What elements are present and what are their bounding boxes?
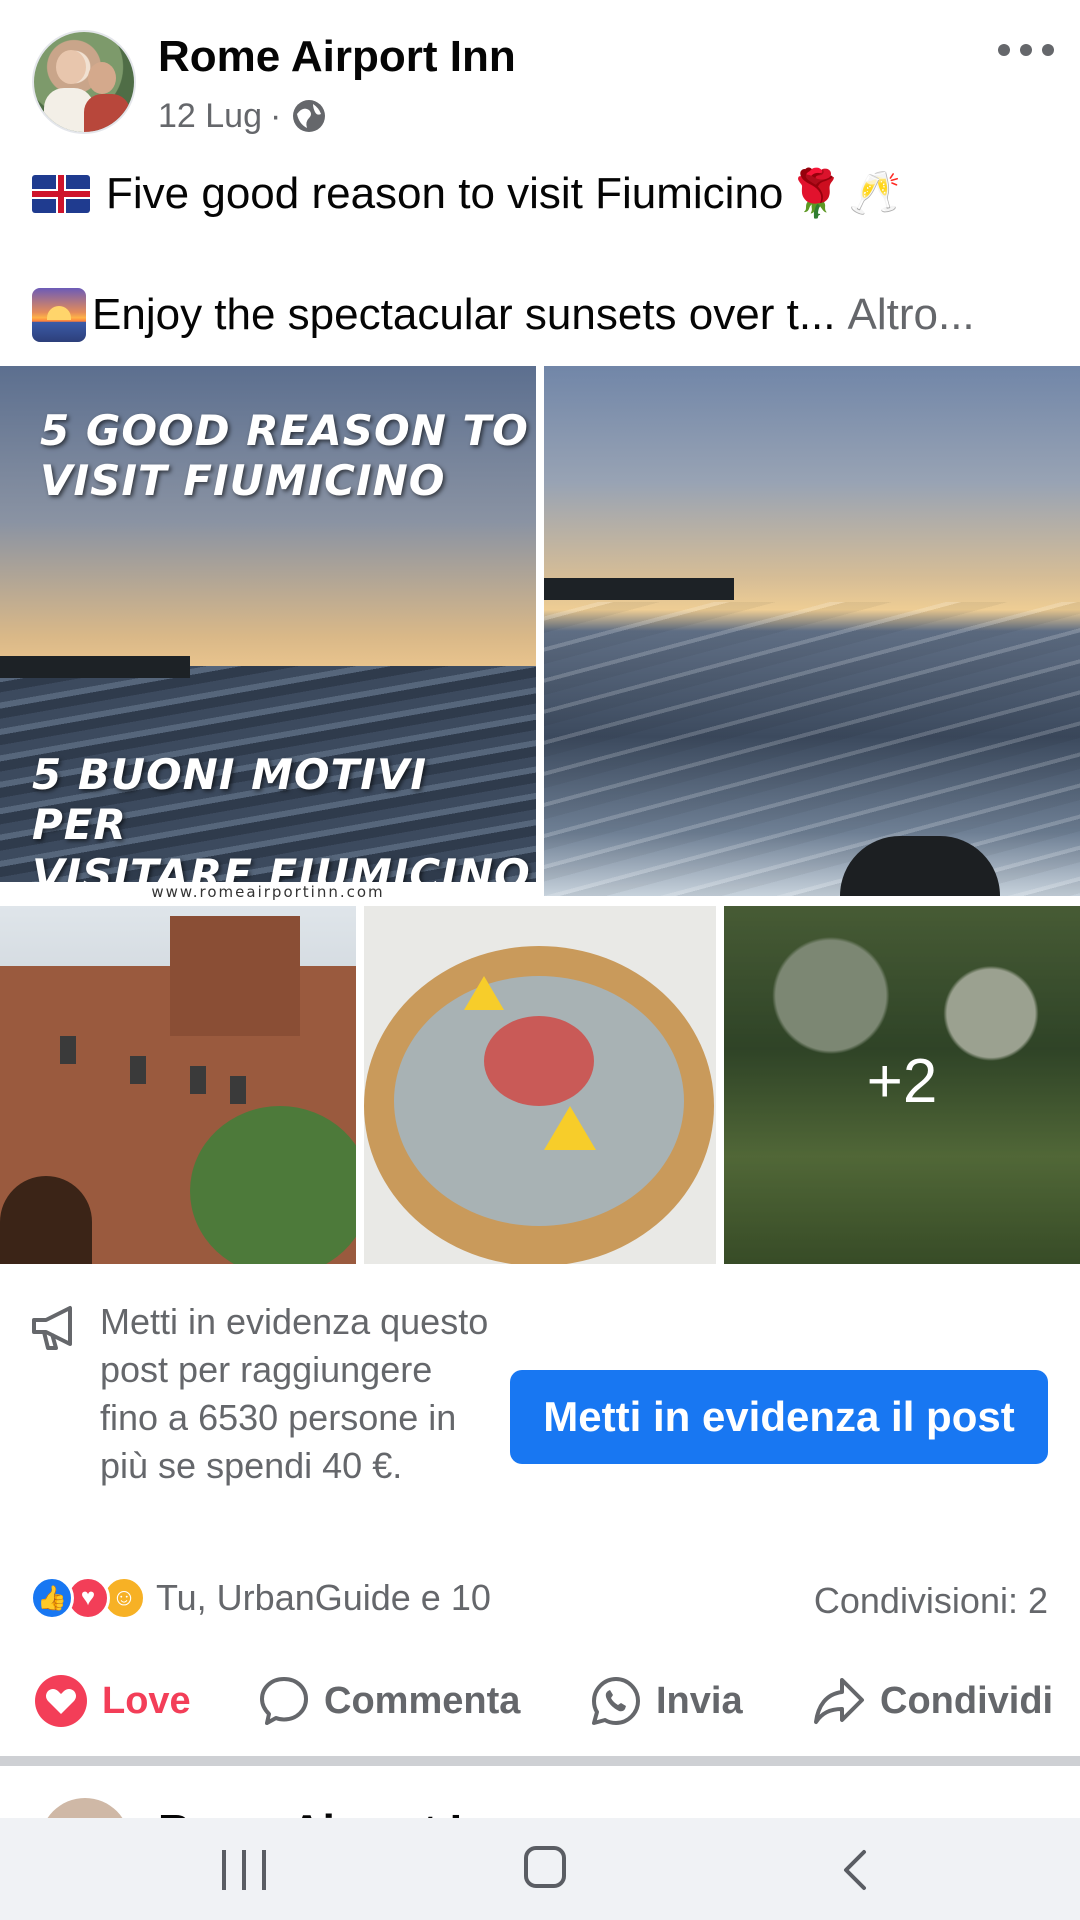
megaphone-icon xyxy=(32,1306,72,1350)
post-text-line-2: Enjoy the spectacular sunsets over t... … xyxy=(32,288,1052,342)
page-name[interactable]: Rome Airport Inn xyxy=(158,32,516,82)
whatsapp-icon xyxy=(592,1677,640,1725)
photo-4[interactable] xyxy=(364,906,716,1264)
love-button[interactable]: Love xyxy=(34,1662,191,1740)
photo-3[interactable] xyxy=(0,906,356,1264)
shares-count[interactable]: Condivisioni: 2 xyxy=(814,1580,1048,1622)
post-text-1: Five good reason to visit Fiumicino xyxy=(106,168,784,218)
share-arrow-icon xyxy=(814,1678,864,1724)
more-options-icon[interactable] xyxy=(998,36,1054,64)
champagne-glasses-emoji: 🥂 xyxy=(848,169,901,216)
back-icon[interactable] xyxy=(834,1846,878,1894)
send-button[interactable]: Invia xyxy=(590,1662,743,1740)
post-date[interactable]: 12 Lug xyxy=(158,97,262,136)
post-header: Rome Airport Inn 12 Lug · xyxy=(0,0,1080,140)
boost-description: Metti in evidenza questo post per raggiu… xyxy=(100,1301,489,1486)
share-label: Condividi xyxy=(880,1679,1054,1722)
comment-icon xyxy=(260,1677,308,1725)
recents-icon[interactable] xyxy=(222,1850,266,1890)
comment-label: Commenta xyxy=(324,1679,521,1722)
rose-emoji: 🌹 xyxy=(787,167,845,219)
sunset-icon xyxy=(32,288,86,342)
photo-1-caption-top: 5 GOOD REASON TO VISIT FIUMICINO xyxy=(40,406,529,505)
post-meta: 12 Lug · xyxy=(158,96,329,136)
share-button[interactable]: Condividi xyxy=(812,1662,1053,1740)
photo-2[interactable] xyxy=(544,366,1080,896)
love-label: Love xyxy=(102,1679,191,1722)
like-reaction-icon: 👍 xyxy=(30,1576,74,1620)
post-text-line-1: Five good reason to visit Fiumicino 🌹 🥂 xyxy=(32,166,1052,221)
uk-flag-icon xyxy=(32,174,90,213)
home-icon[interactable] xyxy=(524,1846,566,1888)
send-label: Invia xyxy=(656,1679,743,1722)
comment-button[interactable]: Commenta xyxy=(258,1662,520,1740)
heart-icon xyxy=(35,1675,87,1727)
reactions-text: Tu, UrbanGuide e 10 xyxy=(156,1577,491,1618)
action-bar: Love Commenta Invia Condividi xyxy=(0,1662,1080,1740)
page-avatar[interactable] xyxy=(32,30,136,134)
photo-1-caption-bottom: 5 BUONI MOTIVI PER VISITARE FIUMICINO xyxy=(32,750,531,899)
post-text-2: Enjoy the spectacular sunsets over t... xyxy=(92,290,836,339)
reactions-summary[interactable]: 👍 ♥ ☺ Tu, UrbanGuide e 10 xyxy=(30,1576,491,1620)
photo-1-url: www.romeairportinn.com xyxy=(0,882,536,902)
post-divider xyxy=(0,1756,1080,1766)
photo-1[interactable]: 5 GOOD REASON TO VISIT FIUMICINO 5 BUONI… xyxy=(0,366,536,902)
meta-separator: · xyxy=(270,96,282,135)
globe-icon xyxy=(293,100,326,132)
see-more-link[interactable]: Altro... xyxy=(848,290,975,340)
system-navigation-bar xyxy=(0,1818,1080,1920)
boost-post-button[interactable]: Metti in evidenza il post xyxy=(510,1370,1048,1464)
more-photos-count: +2 xyxy=(866,1047,938,1116)
photo-5[interactable]: +2 xyxy=(724,906,1080,1264)
